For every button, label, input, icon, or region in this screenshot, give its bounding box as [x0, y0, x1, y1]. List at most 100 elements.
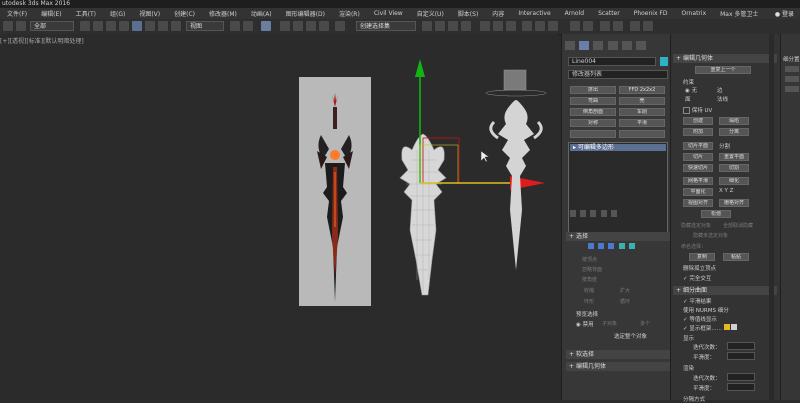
extra-tool-icon-3[interactable]: [600, 21, 610, 31]
menu-phoenix[interactable]: Phoenix FD: [627, 10, 675, 17]
show-end-result-icon[interactable]: [580, 210, 587, 217]
window-crossing-icon[interactable]: [119, 21, 129, 31]
scale-icon[interactable]: [158, 21, 168, 31]
preview-multi-radio[interactable]: 多个: [640, 320, 650, 327]
constraint-normal-radio[interactable]: 法线: [717, 95, 728, 103]
render-icon[interactable]: [548, 21, 558, 31]
menu-arnold[interactable]: Arnold: [558, 10, 591, 17]
menu-scripting[interactable]: 脚本(S): [451, 9, 486, 18]
soft-selection-rollout[interactable]: 软选择: [566, 350, 672, 359]
smooth-result-checkbox[interactable]: ✓ 平滑结果: [683, 297, 711, 305]
spinner-snap-icon[interactable]: [319, 21, 329, 31]
menu-views[interactable]: 视图(V): [132, 9, 167, 18]
modifier-btn-lathe[interactable]: 车削: [619, 108, 665, 116]
extra-tool-icon-5[interactable]: [630, 21, 640, 31]
planarize-axes[interactable]: X Y Z: [719, 188, 733, 194]
viewcube-ring[interactable]: [485, 89, 547, 97]
full-interactivity-checkbox[interactable]: ✓ 完全交互: [683, 274, 711, 282]
menu-civil-view[interactable]: Civil View: [367, 10, 410, 17]
tessellate-button[interactable]: 细化: [719, 177, 749, 185]
render-iterations-field[interactable]: [727, 373, 755, 381]
place-icon[interactable]: [171, 21, 181, 31]
paste-button[interactable]: 粘贴: [723, 253, 749, 261]
schematic-view-icon[interactable]: [493, 21, 503, 31]
object-name-field[interactable]: Line004: [568, 57, 656, 66]
keyboard-shortcut-icon[interactable]: [261, 21, 271, 31]
edit-geometry-header[interactable]: 编辑几何体: [673, 54, 777, 63]
hide-selected-button[interactable]: 隐藏选定对象: [681, 222, 711, 229]
view-align-button[interactable]: 视图对齐: [683, 199, 713, 207]
copy-button[interactable]: 复制: [689, 253, 715, 261]
relax-button[interactable]: 松弛: [701, 210, 731, 218]
ignore-backfacing-option[interactable]: 忽略背面: [582, 266, 602, 273]
preserve-uvs-checkbox[interactable]: 保持 UV: [683, 106, 712, 114]
menu-content[interactable]: 内容: [485, 9, 511, 18]
edge-icon[interactable]: [598, 243, 605, 249]
extra-tool-icon-2[interactable]: [583, 21, 593, 31]
extra-tool-icon-6[interactable]: [643, 21, 653, 31]
attach-button[interactable]: 附加: [683, 128, 713, 136]
modifier-stack-item[interactable]: ▸ 可编辑多边形: [570, 144, 666, 151]
loop-button[interactable]: 循环: [620, 298, 630, 305]
select-object-icon[interactable]: [80, 21, 90, 31]
by-vertex-option[interactable]: 按顶点: [582, 256, 597, 263]
grow-button[interactable]: 扩大: [620, 287, 630, 294]
menu-rendering[interactable]: 渲染(R): [332, 9, 367, 18]
split-checkbox[interactable]: 分割: [719, 142, 730, 150]
panel4-control-3[interactable]: [785, 86, 799, 92]
modifier-stack[interactable]: ▸ 可编辑多边形: [568, 142, 668, 237]
edit-geometry-rollout[interactable]: 编辑几何体: [566, 362, 672, 371]
remove-modifier-icon[interactable]: [600, 210, 607, 217]
show-cage-checkbox[interactable]: ✓ 显示框架......: [683, 324, 738, 332]
viewcube[interactable]: [503, 69, 527, 91]
modifier-btn-empty-2[interactable]: [619, 130, 665, 138]
hierarchy-tab-icon[interactable]: [593, 41, 604, 50]
constraint-edge-radio[interactable]: 边: [717, 86, 723, 94]
named-selection-sets[interactable]: 创建选择集: [356, 21, 416, 31]
selection-rollout-header[interactable]: 选择: [566, 232, 672, 241]
menu-scatter[interactable]: Scatter: [591, 10, 627, 17]
modifier-btn-extrude[interactable]: 挤出: [570, 86, 616, 94]
modifier-btn-shell[interactable]: 壳: [619, 97, 665, 105]
extra-tool-icon-1[interactable]: [570, 21, 580, 31]
gizmo-y-arrow[interactable]: [415, 59, 425, 77]
element-icon[interactable]: [628, 243, 635, 249]
sword-silhouette-object[interactable]: [484, 60, 564, 285]
user-login[interactable]: ● 登录: [775, 9, 794, 18]
cage-color-swatch-2[interactable]: [731, 324, 738, 330]
menu-ornatrix[interactable]: Ornatrix: [675, 10, 714, 17]
subdivision-surface-header[interactable]: 细分曲面: [673, 286, 777, 295]
border-icon[interactable]: [608, 243, 615, 249]
modifier-list-dropdown[interactable]: 修改器列表: [568, 70, 668, 79]
repeat-last-button[interactable]: 重复上一个: [695, 66, 751, 74]
display-smoothness-field[interactable]: [727, 352, 755, 360]
utilities-tab-icon[interactable]: [636, 41, 647, 50]
gizmo-plane-handle[interactable]: [419, 144, 459, 184]
angle-snap-icon[interactable]: [293, 21, 303, 31]
configure-sets-icon[interactable]: [610, 210, 617, 217]
rect-selection-icon[interactable]: [106, 21, 116, 31]
modify-tab-icon[interactable]: [579, 41, 590, 50]
cage-color-swatch-1[interactable]: [723, 324, 730, 330]
modifier-btn-symmetry[interactable]: 对称: [570, 119, 616, 127]
polygon-icon[interactable]: [618, 243, 625, 249]
move-icon[interactable]: [132, 21, 142, 31]
isoline-display-checkbox[interactable]: ✓ 等值线显示: [683, 315, 717, 323]
pin-stack-icon[interactable]: [570, 210, 576, 217]
menu-modifiers[interactable]: 修改器(M): [202, 9, 244, 18]
undo-icon[interactable]: [3, 21, 13, 31]
extra-tool-icon-4[interactable]: [613, 21, 623, 31]
snap-toggle-icon[interactable]: [280, 21, 290, 31]
menu-file[interactable]: 文件(F): [0, 9, 34, 18]
collapse-button[interactable]: 塌陷: [719, 117, 749, 125]
mirror-icon[interactable]: [422, 21, 432, 31]
slice-plane-button[interactable]: 切片平面: [683, 142, 713, 150]
panel-scrollbar[interactable]: [769, 34, 774, 400]
create-tab-icon[interactable]: [565, 41, 575, 50]
menu-interactive[interactable]: Interactive: [511, 10, 557, 17]
make-unique-icon[interactable]: [590, 210, 597, 217]
panel4-control-1[interactable]: [785, 66, 799, 72]
menu-graph-editors[interactable]: 图形编辑器(D): [279, 9, 332, 18]
meshsmooth-button[interactable]: 网格平滑: [683, 177, 713, 185]
menu-animation[interactable]: 动画(A): [244, 9, 279, 18]
